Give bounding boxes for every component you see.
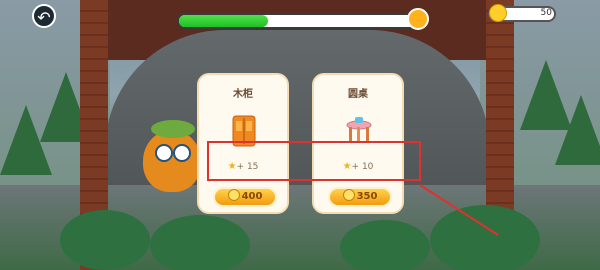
annotation-arrow — [419, 184, 499, 236]
